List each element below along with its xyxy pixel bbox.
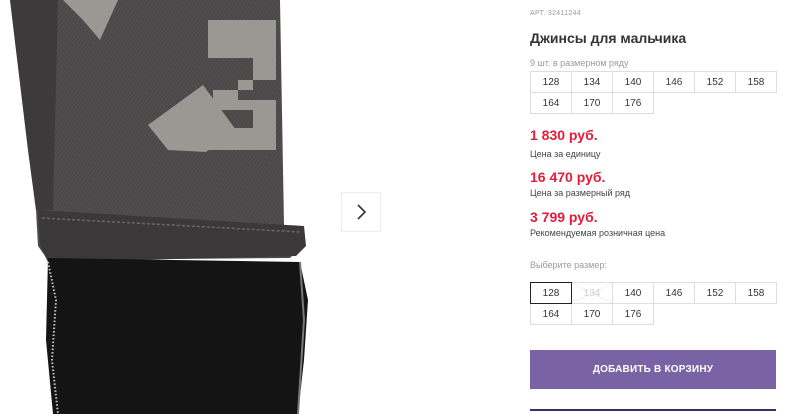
range-price: 16 470 руб. — [530, 169, 606, 185]
unit-price: 1 830 руб. — [530, 127, 598, 143]
size-option-176[interactable]: 176 — [612, 303, 654, 325]
size-range-grid: 128 134 140 146 152 158 164 170 176 — [530, 71, 777, 114]
range-size-cell: 158 — [735, 71, 777, 93]
size-selector: 128 134 140 146 152 158 164 170 176 — [530, 282, 777, 325]
choose-size-label: Выберите размер: — [530, 260, 607, 270]
range-size-cell: 140 — [612, 71, 654, 93]
add-to-cart-button[interactable]: ДОБАВИТЬ В КОРЗИНУ — [530, 350, 776, 389]
range-size-cell: 134 — [571, 71, 613, 93]
retail-price-label: Рекомендуемая розничная цена — [530, 228, 666, 238]
product-title: Джинсы для мальчика — [530, 30, 687, 46]
size-option-170[interactable]: 170 — [571, 303, 613, 325]
next-image-button[interactable] — [341, 192, 381, 232]
size-option-134: 134 — [571, 282, 613, 304]
range-price-label: Цена за размерный ряд — [530, 188, 631, 198]
unit-price-label: Цена за единицу — [530, 149, 601, 159]
size-option-164[interactable]: 164 — [530, 303, 572, 325]
secondary-button-edge — [530, 409, 776, 411]
range-size-cell: 152 — [694, 71, 736, 93]
size-option-128[interactable]: 128 — [530, 282, 572, 304]
retail-price: 3 799 руб. — [530, 209, 598, 225]
range-size-cell: 176 — [612, 92, 654, 114]
product-gallery — [0, 0, 390, 414]
range-size-cell: 170 — [571, 92, 613, 114]
product-sku: АРТ. 32411244 — [530, 10, 581, 17]
range-size-cell: 146 — [653, 71, 695, 93]
sizes-in-range-note: 9 шт. в размерном ряду — [530, 58, 629, 68]
product-photo — [10, 0, 308, 414]
product-details: АРТ. 32411244 Джинсы для мальчика 9 шт. … — [530, 0, 778, 414]
size-option-146[interactable]: 146 — [653, 282, 695, 304]
range-size-cell: 164 — [530, 92, 572, 114]
size-option-152[interactable]: 152 — [694, 282, 736, 304]
size-option-158[interactable]: 158 — [735, 282, 777, 304]
size-option-140[interactable]: 140 — [612, 282, 654, 304]
chevron-right-icon — [357, 204, 367, 220]
range-size-cell: 128 — [530, 71, 572, 93]
